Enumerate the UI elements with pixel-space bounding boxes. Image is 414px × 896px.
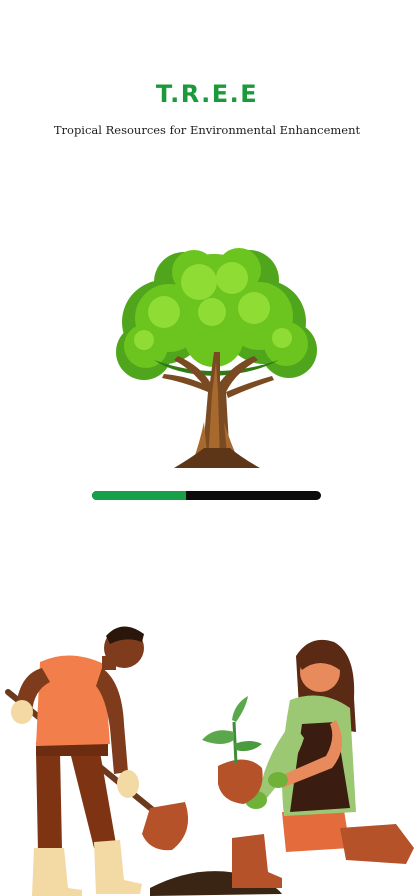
app-title: T.R.E.E <box>155 80 259 108</box>
splash-screen: T.R.E.E Tropical Resources for Environme… <box>0 0 414 896</box>
app-subtitle: Tropical Resources for Environmental Enh… <box>53 123 361 137</box>
loading-progress-bar <box>92 491 321 500</box>
gardeners-planting-illustration <box>5 626 414 896</box>
loading-progress-fill <box>92 491 186 500</box>
tree-illustration <box>116 248 317 468</box>
